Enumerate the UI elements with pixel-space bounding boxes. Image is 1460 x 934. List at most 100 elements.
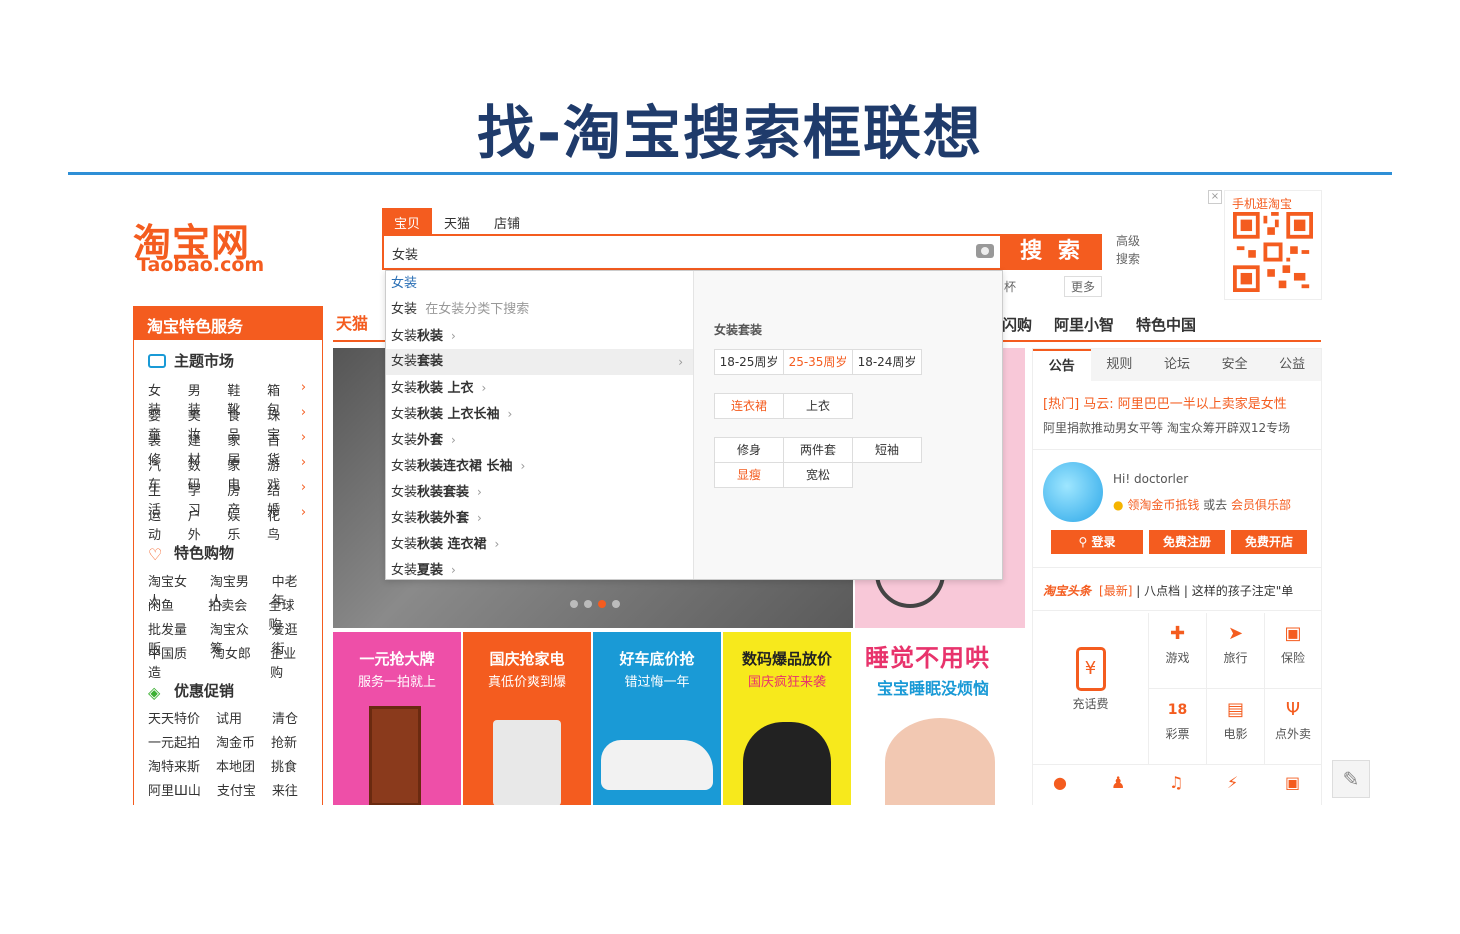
suggestion-item[interactable]: 女装秋装 上衣长袖 ›	[386, 401, 693, 427]
search-input[interactable]	[392, 242, 952, 264]
tab-security[interactable]: 安全	[1206, 349, 1264, 381]
service-recharge[interactable]: ¥ 充话费	[1033, 613, 1149, 765]
more-hot-words-button[interactable]: 更多	[1064, 276, 1103, 297]
carousel-dot-active[interactable]	[598, 600, 606, 608]
service-takeout[interactable]: Ψ 点外卖	[1265, 689, 1321, 765]
suggestion-item[interactable]: 女装秋装套装 ›	[386, 479, 693, 505]
filter-chip[interactable]: 18-24周岁	[852, 349, 922, 375]
link[interactable]: 天天特价	[148, 708, 200, 727]
login-button[interactable]: ⚲ 登录	[1051, 530, 1143, 554]
service-travel[interactable]: ➤ 旅行	[1207, 613, 1265, 689]
briefcase-icon: ▣	[1284, 623, 1302, 644]
person-icon[interactable]: ♟	[1111, 773, 1125, 792]
link[interactable]: 户外	[188, 505, 212, 543]
suggestion-item[interactable]: 女装秋装外套 ›	[386, 505, 693, 531]
hot-news-link[interactable]: [热门] 马云: 阿里巴巴一半以上卖家是女性	[1043, 393, 1287, 412]
suggestion-item[interactable]: 女装秋装连衣裙 长袖 ›	[386, 453, 693, 479]
tab-shop[interactable]: 店铺	[482, 208, 532, 234]
link[interactable]: 清仓	[272, 708, 298, 727]
tab-forum[interactable]: 论坛	[1148, 349, 1206, 381]
suggestion-item[interactable]: 女装	[386, 271, 693, 297]
tab-rules[interactable]: 规则	[1091, 349, 1149, 381]
fork-knife-icon: Ψ	[1285, 699, 1301, 720]
suggestion-item-highlighted[interactable]: 女装套装 ›	[386, 349, 693, 375]
headline-text[interactable]: | 八点档 | 这样的孩子注定"单	[1132, 584, 1293, 598]
camera-icon[interactable]	[976, 244, 994, 258]
coin-link[interactable]: 领淘金币抵钱	[1127, 498, 1199, 512]
advanced-search-link[interactable]: 高级 搜索	[1116, 232, 1146, 268]
nav-flash-sale[interactable]: 闪购	[1002, 314, 1032, 335]
link[interactable]: 支付宝	[217, 780, 256, 799]
edit-icon[interactable]: ✎	[1332, 760, 1370, 798]
link[interactable]: 中国质造	[148, 643, 196, 681]
train-icon[interactable]: ▣	[1285, 773, 1300, 792]
close-icon[interactable]: ×	[1208, 190, 1222, 204]
tab-baobei[interactable]: 宝贝	[382, 208, 433, 234]
hot-word-fragment[interactable]: 杯	[1004, 278, 1016, 295]
music-icon[interactable]: ♫	[1169, 773, 1183, 792]
filter-chip-selected[interactable]: 显瘦	[714, 462, 784, 488]
carousel-dot[interactable]	[584, 600, 592, 608]
link[interactable]: 花鸟	[267, 505, 291, 543]
suggestion-item[interactable]: 女装外套 ›	[386, 427, 693, 453]
filter-chip-selected[interactable]: 25-35周岁	[783, 349, 853, 375]
avatar[interactable]	[1043, 462, 1103, 522]
filter-chip-selected[interactable]: 连衣裙	[714, 393, 784, 419]
carousel-dot[interactable]	[570, 600, 578, 608]
link[interactable]: 一元起拍	[148, 732, 200, 751]
news-link[interactable]: 阿里捐款推动男女平等 淘宝众筹开辟双12专场	[1043, 419, 1290, 436]
link[interactable]: 阿里Ш山	[148, 780, 201, 799]
promo-sleep[interactable]: 睡觉不用哄 宝宝睡眠没烦恼	[855, 632, 1025, 805]
suggestion-item[interactable]: 女装秋装 上衣 ›	[386, 375, 693, 401]
tile-subtitle: 国庆疯狂来袭	[747, 675, 826, 690]
link[interactable]: 淘特来斯	[148, 756, 200, 775]
nav-china-specialty[interactable]: 特色中国	[1136, 314, 1196, 335]
filter-chip[interactable]: 两件套	[783, 437, 853, 463]
open-store-button[interactable]: 免费开店	[1231, 530, 1307, 554]
promo-tile-brand[interactable]: 一元抢大牌 服务一拍就上	[333, 632, 461, 805]
filter-chip[interactable]: 短袖	[852, 437, 922, 463]
service-game[interactable]: ✚ 游戏	[1149, 613, 1207, 689]
filter-chip[interactable]: 上衣	[783, 393, 853, 419]
nav-ali-xiaozhi[interactable]: 阿里小智	[1054, 314, 1114, 335]
link[interactable]: 抢新	[271, 732, 297, 751]
register-button[interactable]: 免费注册	[1149, 530, 1225, 554]
link[interactable]: 本地团	[216, 756, 255, 775]
link[interactable]: 企业购	[270, 643, 306, 681]
chevron-right-icon[interactable]: ›	[301, 505, 306, 543]
lightning-icon[interactable]: ⚡	[1227, 773, 1238, 792]
link[interactable]: 运动	[148, 505, 172, 543]
service-movie[interactable]: ▤ 电影	[1207, 689, 1265, 765]
headline-logo[interactable]: 淘宝头条	[1043, 584, 1091, 598]
search-button[interactable]: 搜 索	[1002, 234, 1102, 270]
piggy-icon[interactable]: ●	[1053, 773, 1067, 792]
suggestion-item[interactable]: 女装秋装 连衣裙 ›	[386, 531, 693, 557]
link[interactable]: 来往	[272, 780, 298, 799]
promo-tile-digital[interactable]: 数码爆品放价 国庆疯狂来袭	[723, 632, 851, 805]
filter-chip[interactable]: 18-25周岁	[714, 349, 784, 375]
club-link[interactable]: 会员俱乐部	[1231, 498, 1291, 512]
link[interactable]: 淘女郎	[212, 643, 254, 681]
filter-chip[interactable]: 修身	[714, 437, 784, 463]
filter-chip[interactable]: 宽松	[783, 462, 853, 488]
tab-notice[interactable]: 公告	[1033, 349, 1091, 381]
suggestion-item[interactable]: 女装 在女装分类下搜索	[386, 297, 693, 323]
taobao-logo-en[interactable]: Taobao.com	[137, 254, 264, 276]
tab-charity[interactable]: 公益	[1263, 349, 1321, 381]
promo-tile-appliance[interactable]: 国庆抢家电 真低价爽到爆	[463, 632, 591, 805]
link[interactable]: 挑食	[271, 756, 297, 775]
section-title-theme: 主题市场	[148, 350, 234, 371]
link[interactable]: 试用	[216, 708, 256, 727]
carousel-dot[interactable]	[612, 600, 620, 608]
link[interactable]: 淘金币	[216, 732, 255, 751]
nav-tmall[interactable]: 天猫	[336, 310, 368, 334]
service-lottery[interactable]: 18 彩票	[1149, 689, 1207, 765]
suggestion-item[interactable]: 女装夏装 ›	[386, 557, 693, 583]
chevron-right-icon: ›	[481, 381, 487, 395]
suggestion-item[interactable]: 女装秋装 ›	[386, 323, 693, 349]
list-item: 一元起拍 淘金币 抢新	[148, 732, 313, 751]
service-insurance[interactable]: ▣ 保险	[1265, 613, 1321, 689]
promo-tile-car[interactable]: 好车底价抢 错过悔一年	[593, 632, 721, 805]
tab-tmall[interactable]: 天猫	[432, 208, 482, 234]
link[interactable]: 娱乐	[227, 505, 251, 543]
